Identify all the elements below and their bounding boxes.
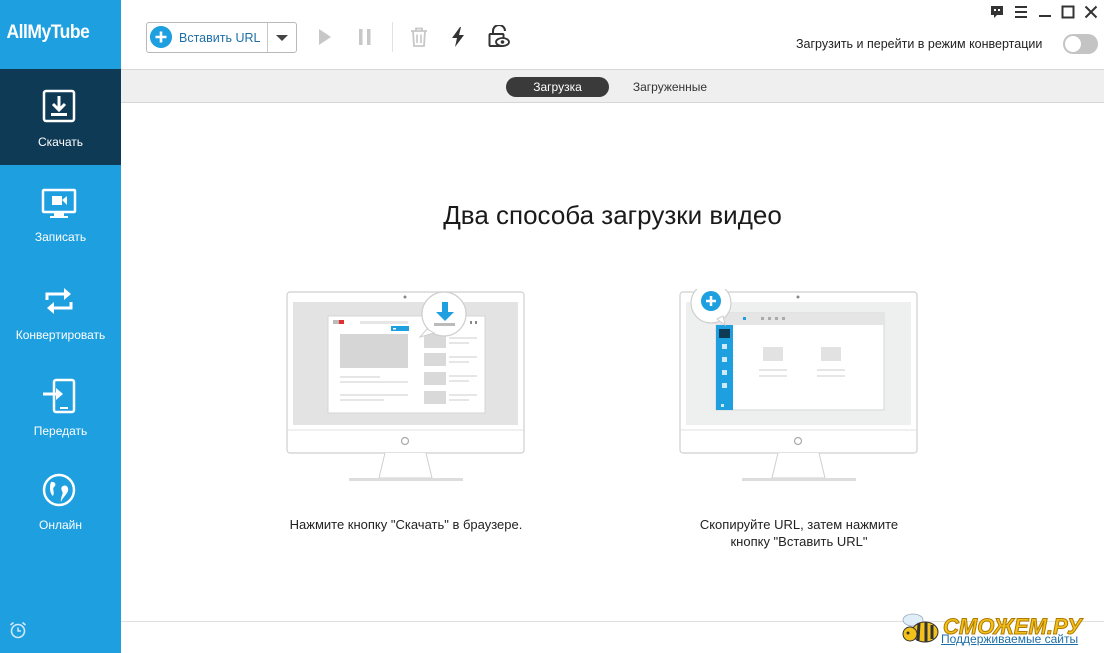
main-content: Два способа загрузки видео Нажмите кнопк… bbox=[121, 104, 1104, 653]
pause-icon[interactable] bbox=[353, 25, 377, 49]
tab-downloading[interactable]: Загрузка bbox=[506, 77, 609, 97]
minimize-icon[interactable] bbox=[1036, 2, 1054, 22]
globe-icon bbox=[42, 473, 76, 507]
alarm-clock-icon[interactable] bbox=[8, 620, 28, 640]
method-1-caption: Нажмите кнопку "Скачать" в браузере. bbox=[289, 517, 523, 532]
sidebar-item-online[interactable]: Онлайн bbox=[0, 452, 121, 548]
window-controls bbox=[984, 2, 1104, 22]
app-logo: AllMyTube bbox=[6, 22, 90, 43]
monitor-browser-illustration bbox=[286, 291, 525, 481]
tab-bar: Загрузка Загруженные bbox=[121, 70, 1104, 103]
sidebar-item-label: Онлайн bbox=[39, 518, 82, 532]
convert-mode-label: Загрузить и перейти в режим конвертации bbox=[796, 37, 1043, 51]
app-window: AllMyTube Скачать Записать Конвертироват… bbox=[0, 0, 1104, 653]
record-screen-icon bbox=[41, 188, 77, 218]
toolbar-separator bbox=[392, 22, 393, 52]
sidebar-item-convert[interactable]: Конвертировать bbox=[0, 263, 121, 359]
sidebar: AllMyTube Скачать Записать Конвертироват… bbox=[0, 0, 121, 653]
lightning-icon[interactable] bbox=[446, 25, 470, 49]
supported-sites-link[interactable]: Поддерживаемые сайты bbox=[941, 632, 1078, 646]
sidebar-item-label: Конвертировать bbox=[15, 328, 106, 342]
sidebar-item-transfer[interactable]: Передать bbox=[0, 358, 121, 454]
sidebar-item-label: Записать bbox=[34, 230, 87, 244]
convert-icon bbox=[45, 288, 73, 314]
paste-url-split-button: Вставить URL bbox=[146, 22, 297, 53]
download-icon bbox=[42, 89, 76, 123]
monitor-app-illustration bbox=[679, 289, 918, 481]
close-icon[interactable] bbox=[1082, 2, 1100, 22]
plus-icon bbox=[150, 26, 172, 48]
bee-icon bbox=[902, 613, 939, 643]
toolbar: Вставить URL Загрузить и перейти в режим… bbox=[121, 0, 1104, 70]
sidebar-item-label: Передать bbox=[33, 424, 88, 438]
method-2-caption-line1: Скопируйте URL, затем нажмите bbox=[699, 517, 899, 532]
sidebar-item-download[interactable]: Скачать bbox=[0, 69, 121, 165]
chevron-down-icon[interactable] bbox=[268, 23, 296, 52]
sidebar-item-record[interactable]: Записать bbox=[0, 166, 121, 262]
feedback-icon[interactable] bbox=[988, 2, 1006, 22]
page-title: Два способа загрузки видео bbox=[443, 200, 782, 230]
paste-url-label: Вставить URL bbox=[179, 31, 261, 45]
paste-url-button[interactable]: Вставить URL bbox=[147, 23, 267, 52]
maximize-icon[interactable] bbox=[1059, 2, 1077, 22]
transfer-icon bbox=[43, 378, 76, 414]
convert-mode-toggle[interactable] bbox=[1063, 34, 1098, 54]
method-2-caption: Скопируйте URL, затем нажмите кнопку "Вс… bbox=[619, 516, 979, 550]
method-2-caption-line2: кнопку "Вставить URL" bbox=[730, 534, 868, 549]
toggle-knob bbox=[1065, 36, 1081, 52]
menu-icon[interactable] bbox=[1012, 2, 1030, 22]
private-mode-icon[interactable] bbox=[487, 25, 511, 49]
play-icon[interactable] bbox=[312, 25, 336, 49]
tab-downloaded[interactable]: Загруженные bbox=[621, 77, 719, 97]
sidebar-item-label: Скачать bbox=[38, 135, 83, 149]
trash-icon[interactable] bbox=[407, 25, 431, 49]
